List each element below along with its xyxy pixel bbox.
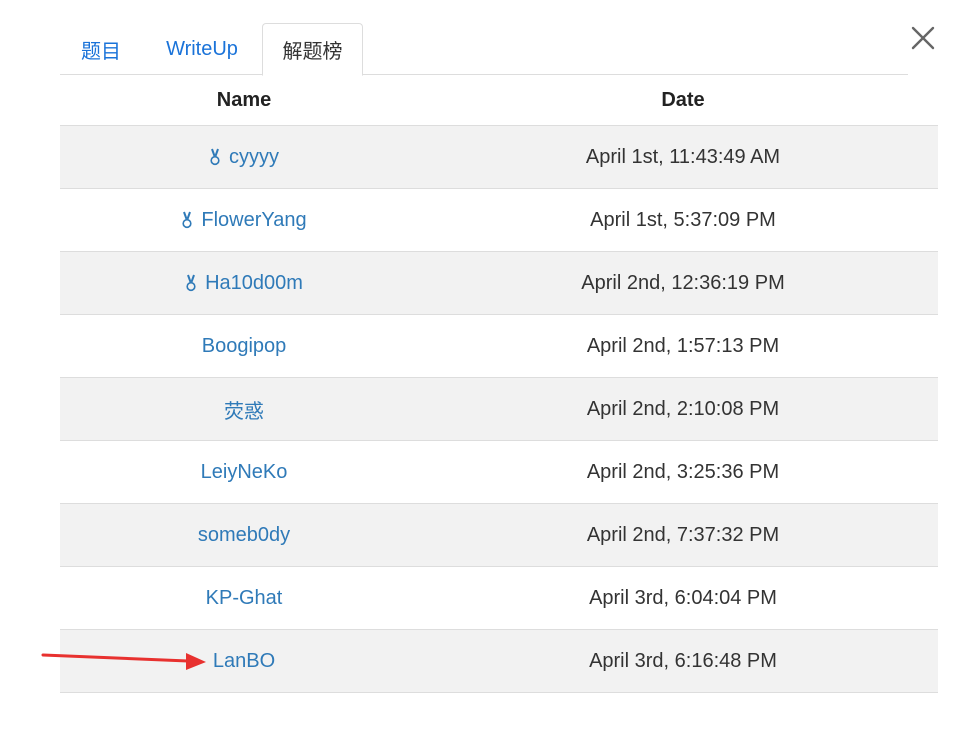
name-cell: KP-Ghat (60, 587, 428, 610)
table-body: cyyyy April 1st, 11:43:49 AM FlowerYang Apr… (60, 126, 938, 693)
tab-solves[interactable]: 解题榜 (262, 23, 363, 76)
tab-bar: 题目 WriteUp 解题榜 (60, 23, 908, 76)
table-row: LeiyNeKo April 2nd, 3:25:36 PM (60, 441, 938, 504)
user-link[interactable]: LeiyNeKo (201, 461, 288, 484)
date-cell: April 3rd, 6:16:48 PM (589, 649, 777, 672)
medal-icon (210, 148, 220, 166)
user-link[interactable]: Ha10d00m (205, 272, 303, 295)
user-link[interactable]: cyyyy (229, 146, 279, 169)
medal-icon (182, 211, 192, 229)
solves-table: Name Date cyyyy April 1st, 11:43:49 AM Flo… (60, 75, 938, 693)
close-button[interactable] (908, 22, 938, 54)
header-date: Date (661, 88, 705, 111)
name-cell: LeiyNeKo (60, 461, 428, 484)
user-link[interactable]: KP-Ghat (206, 587, 283, 610)
medal-icon (186, 274, 196, 292)
table-row: FlowerYang April 1st, 5:37:09 PM (60, 189, 938, 252)
user-link[interactable]: 荧惑 (224, 395, 264, 424)
name-cell: someb0dy (60, 524, 428, 547)
table-row: Boogipop April 2nd, 1:57:13 PM (60, 315, 938, 378)
tab-writeup[interactable]: WriteUp (142, 23, 262, 75)
date-cell: April 2nd, 3:25:36 PM (586, 460, 780, 483)
date-cell: April 1st, 11:43:49 AM (585, 145, 781, 168)
date-cell: April 3rd, 6:04:04 PM (589, 586, 777, 609)
user-link[interactable]: Boogipop (202, 335, 287, 358)
header-name: Name (216, 88, 272, 111)
name-cell: cyyyy (60, 146, 428, 169)
table-row: Ha10d00m April 2nd, 12:36:19 PM (60, 252, 938, 315)
red-arrow-icon (41, 653, 206, 670)
name-cell: Ha10d00m (60, 272, 428, 295)
table-row: someb0dy April 2nd, 7:37:32 PM (60, 504, 938, 567)
name-cell: Boogipop (60, 335, 428, 358)
date-cell: April 2nd, 12:36:19 PM (581, 271, 785, 294)
date-cell: April 2nd, 2:10:08 PM (586, 397, 780, 420)
date-cell: April 2nd, 1:57:13 PM (586, 334, 780, 357)
solves-modal: 题目 WriteUp 解题榜 Name Date cyyyy April 1st,… (0, 0, 970, 740)
table-row: cyyyy April 1st, 11:43:49 AM (60, 126, 938, 189)
table-row: 荧惑 April 2nd, 2:10:08 PM (60, 378, 938, 441)
tab-challenge[interactable]: 题目 (60, 23, 142, 75)
user-link[interactable]: FlowerYang (201, 209, 306, 232)
close-icon (911, 26, 935, 50)
table-header: Name Date (60, 75, 938, 126)
name-cell: 荧惑 (60, 395, 428, 424)
date-cell: April 2nd, 7:37:32 PM (586, 523, 780, 546)
table-row: KP-Ghat April 3rd, 6:04:04 PM (60, 567, 938, 630)
date-cell: April 1st, 5:37:09 PM (590, 208, 776, 231)
user-link[interactable]: LanBO (213, 650, 275, 673)
user-link[interactable]: someb0dy (198, 524, 290, 547)
name-cell: FlowerYang (60, 209, 428, 232)
